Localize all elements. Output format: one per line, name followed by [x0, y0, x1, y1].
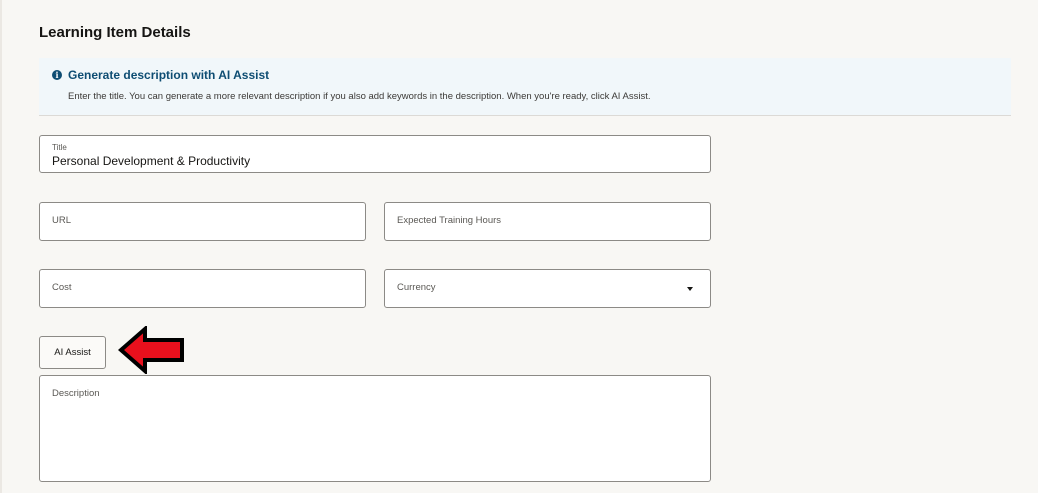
info-banner-heading: i Generate description with AI Assist: [52, 68, 269, 82]
info-banner-text: Enter the title. You can generate a more…: [68, 91, 651, 102]
section-title: Learning Item Details: [39, 24, 191, 41]
currency-select[interactable]: Currency: [384, 269, 711, 308]
title-field-value[interactable]: Personal Development & Productivity: [52, 154, 250, 168]
title-field-label: Title: [52, 143, 67, 152]
description-field-label: Description: [52, 388, 100, 399]
cost-field[interactable]: Cost: [39, 269, 366, 308]
page-edge: [0, 0, 2, 493]
description-field[interactable]: Description: [39, 375, 711, 482]
expected-training-hours-field[interactable]: Expected Training Hours: [384, 202, 711, 241]
info-banner-title: Generate description with AI Assist: [68, 68, 270, 82]
ai-assist-info-banner: i Generate description with AI Assist En…: [39, 58, 1011, 116]
expected-training-hours-label: Expected Training Hours: [397, 215, 502, 226]
title-field[interactable]: Title Personal Development & Productivit…: [39, 135, 711, 173]
ai-assist-button[interactable]: AI Assist: [39, 336, 106, 369]
currency-select-label: Currency: [397, 282, 436, 293]
url-field-label: URL: [52, 215, 72, 226]
cost-field-label: Cost: [52, 282, 72, 293]
chevron-down-icon[interactable]: [687, 287, 693, 291]
pointer-arrow-icon: [118, 326, 184, 374]
info-icon: i: [52, 70, 62, 80]
url-field[interactable]: URL: [39, 202, 366, 241]
